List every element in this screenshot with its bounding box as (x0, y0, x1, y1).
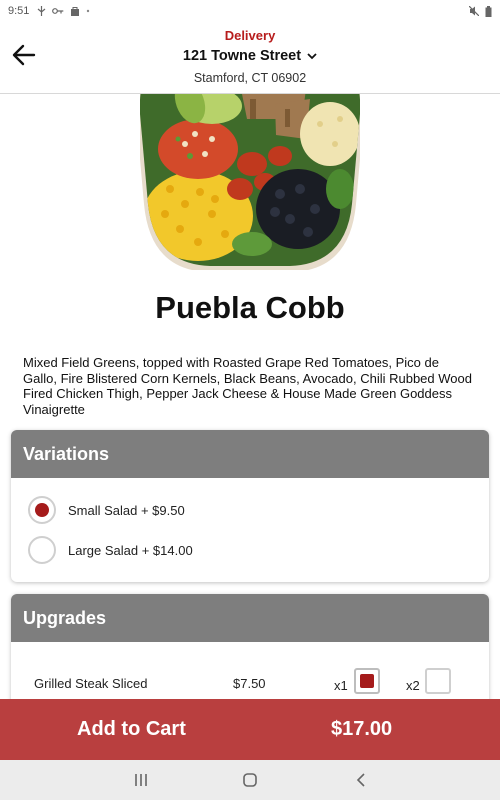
status-time: 9:51 (8, 5, 30, 17)
chevron-down-icon (307, 52, 317, 59)
add-to-cart-button[interactable]: Add to Cart $17.00 (0, 699, 500, 760)
variations-header: Variations (11, 430, 489, 478)
system-nav-bar (0, 760, 500, 800)
radio-small-salad[interactable] (28, 496, 56, 524)
city-state-zip: Stamford, CT 06902 (193, 71, 307, 85)
qty-x1-checkbox[interactable] (354, 668, 380, 694)
item-image (140, 94, 360, 270)
delivery-address: Delivery 121 Towne Street Stamford, CT 0… (0, 28, 500, 85)
home-icon (243, 773, 257, 787)
add-to-cart-label: Add to Cart (77, 718, 186, 740)
nav-back-button[interactable] (352, 771, 370, 789)
item-description: Mixed Field Greens, topped with Roasted … (23, 355, 472, 417)
radio-large-salad[interactable] (28, 536, 56, 564)
home-button[interactable] (241, 771, 259, 789)
upgrade-price: $7.50 (233, 676, 266, 691)
variation-option-small[interactable]: Small Salad + $9.50 (28, 496, 185, 524)
qty-x1-label: x1 (334, 678, 348, 693)
key-icon (52, 8, 64, 14)
recents-icon (135, 774, 147, 786)
mute-icon (469, 6, 479, 16)
upgrade-row: Grilled Steak Sliced $7.50 x1 x2 (11, 668, 489, 698)
qty-x2-checkbox[interactable] (425, 668, 451, 694)
qty-x2-label: x2 (406, 678, 420, 693)
radio-selected-dot (35, 503, 49, 517)
variation-option-large[interactable]: Large Salad + $14.00 (28, 536, 193, 564)
item-title: Puebla Cobb (155, 290, 345, 325)
upgrades-header: Upgrades (11, 594, 489, 642)
dot-icon (87, 9, 90, 13)
nav-back-icon (356, 773, 365, 787)
status-bar: 9:51 (0, 0, 500, 22)
variation-label: Large Salad + $14.00 (68, 542, 193, 558)
app-header: Delivery 121 Towne Street Stamford, CT 0… (0, 22, 500, 94)
street-address: 121 Towne Street (182, 48, 302, 64)
battery-icon (485, 5, 492, 17)
cart-total: $17.00 (331, 718, 393, 740)
upgrades-section: Upgrades Grilled Steak Sliced $7.50 x1 x… (11, 594, 489, 714)
upgrade-name: Grilled Steak Sliced (34, 676, 148, 691)
address-selector[interactable]: 121 Towne Street (183, 48, 317, 64)
usb-icon (38, 6, 46, 16)
recents-button[interactable] (132, 771, 150, 789)
delivery-mode-label: Delivery (224, 28, 276, 43)
variations-section: Variations Small Salad + $9.50 Large Sal… (11, 430, 489, 582)
bag-icon (71, 7, 80, 16)
variation-label: Small Salad + $9.50 (68, 502, 185, 518)
